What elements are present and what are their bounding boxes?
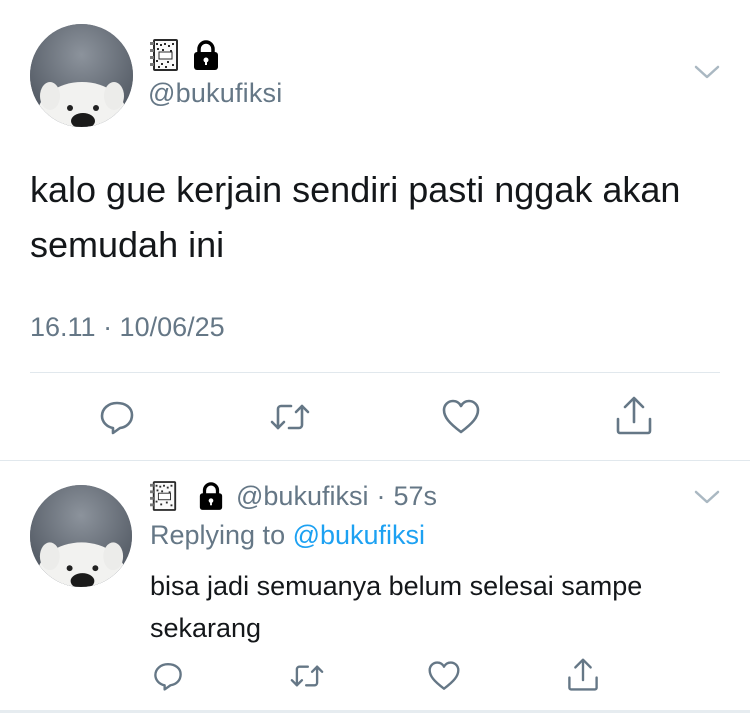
chevron-down-icon[interactable]	[694, 64, 720, 85]
retweet-icon	[270, 404, 310, 430]
reply-time[interactable]: 57s	[393, 481, 437, 512]
retweet-button[interactable]	[268, 396, 312, 438]
reply-icon	[100, 401, 134, 435]
replying-to-label: Replying to	[150, 520, 293, 550]
heart-icon	[442, 399, 480, 434]
lock-icon	[198, 482, 224, 510]
heart-icon	[428, 661, 460, 690]
tweet-text: kalo gue kerjain sendiri pasti nggak aka…	[30, 169, 681, 265]
reply-icon	[154, 663, 182, 691]
retweet-button[interactable]	[288, 658, 326, 694]
reply-author-handle[interactable]: @bukufiksi	[236, 481, 368, 512]
like-button[interactable]	[426, 658, 462, 694]
reply-button[interactable]	[96, 396, 138, 438]
share-icon	[568, 658, 598, 691]
avatar[interactable]	[30, 24, 133, 127]
share-button[interactable]	[564, 656, 602, 694]
notebook-icon	[150, 38, 180, 77]
share-icon	[616, 396, 652, 435]
author-handle[interactable]: @bukufiksi	[148, 78, 282, 109]
divider	[30, 372, 720, 373]
like-button[interactable]	[440, 396, 482, 438]
share-button[interactable]	[612, 394, 656, 438]
lock-icon	[192, 40, 220, 75]
tweet-timestamp[interactable]: 16.11 · 10/06/25	[30, 312, 225, 343]
section-divider	[0, 460, 750, 461]
reply-header: @bukufiksi · 57s	[150, 480, 437, 512]
replying-to-line: Replying to @bukufiksi	[150, 520, 425, 551]
chevron-down-icon[interactable]	[694, 489, 720, 510]
notebook-icon	[150, 480, 178, 512]
verified-badge-row	[150, 38, 220, 77]
retweet-icon	[290, 665, 324, 687]
separator: ·	[376, 480, 386, 511]
reply-button[interactable]	[150, 658, 186, 694]
reply-text: bisa jadi semuanya belum selesai sampe s…	[150, 571, 643, 643]
reply-avatar[interactable]	[30, 485, 132, 587]
replying-to-link[interactable]: @bukufiksi	[293, 520, 425, 550]
